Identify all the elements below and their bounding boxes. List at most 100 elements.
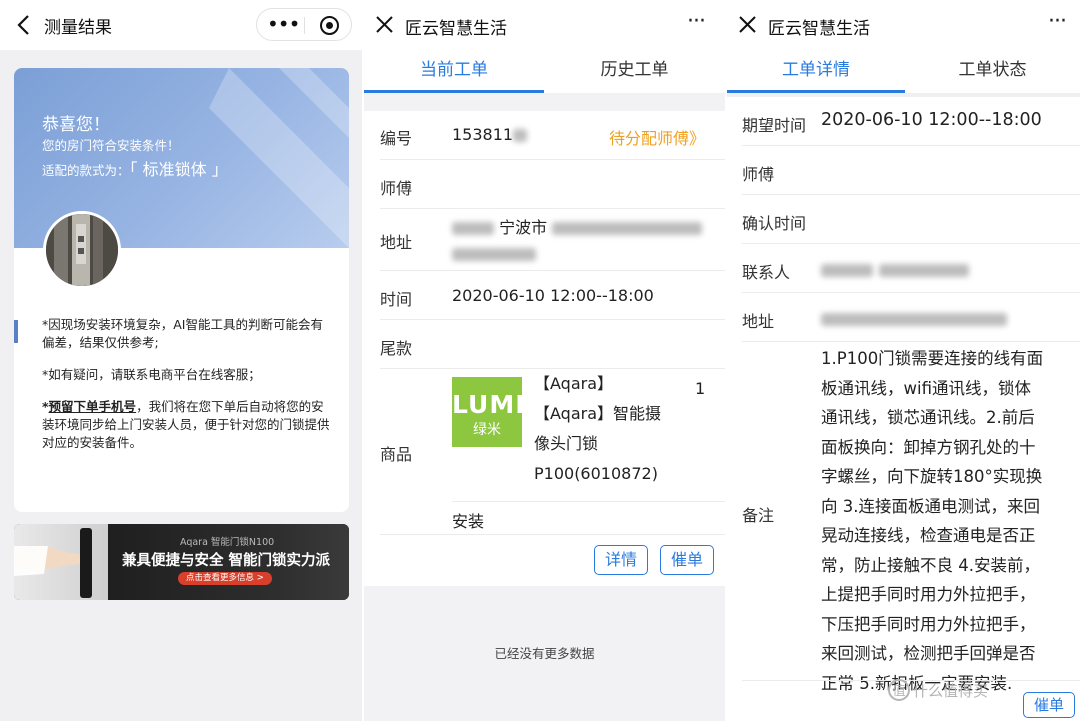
remark-line: 通讯线，锁芯通讯线。2.前后 bbox=[821, 408, 1035, 427]
fit-style-prefix: 适配的款式为： bbox=[42, 163, 130, 178]
urge-button[interactable]: 催单 bbox=[1023, 692, 1075, 718]
order-card: 编号 153811 待分配师傅》 师傅 地址 宁波市 时间 2020-06-10… bbox=[364, 111, 725, 586]
work-order-detail-screen: 匠云智慧生活 ··· 工单详情 工单状态 期望时间 2020-06-10 12:… bbox=[727, 0, 1080, 721]
expected-time-value: 2020-06-10 12:00--18:00 bbox=[821, 110, 1042, 130]
row-confirm-time: 确认时间 bbox=[727, 195, 1080, 244]
side-indicator bbox=[14, 320, 18, 343]
more-icon[interactable]: ··· bbox=[1043, 8, 1071, 38]
remark-line: 下压把手同时用力外拉把手， bbox=[821, 614, 1036, 634]
row-time: 时间 2020-06-10 12:00--18:00 bbox=[364, 271, 725, 320]
label-contact: 联系人 bbox=[742, 263, 791, 282]
product-line-4: P100(6010872) bbox=[534, 464, 658, 483]
tab-bar: 当前工单 历史工单 bbox=[364, 50, 725, 93]
address-value: 宁波市 bbox=[452, 215, 712, 267]
lumi-logo: LUMI bbox=[452, 390, 526, 419]
redacted-name bbox=[821, 263, 873, 277]
product-line-2: 【Aqara】智能摄 bbox=[534, 404, 662, 423]
page-title: 匠云智慧生活 bbox=[768, 19, 870, 39]
row-expected-time: 期望时间 2020-06-10 12:00--18:00 bbox=[727, 97, 1080, 146]
product-line-3: 像头门锁 bbox=[534, 434, 599, 453]
service-type: 安装 bbox=[452, 512, 485, 531]
tab-history-orders[interactable]: 历史工单 bbox=[544, 50, 725, 93]
address-city: 宁波市 bbox=[499, 218, 548, 237]
work-order-list-screen: 匠云智慧生活 ··· 当前工单 历史工单 编号 153811 待分配师傅》 师傅 bbox=[364, 0, 725, 721]
promo-banner[interactable]: Aqara 智能门锁N100 兼具便捷与安全 智能门锁实力派 点击查看更多信息 … bbox=[14, 524, 349, 600]
close-icon[interactable] bbox=[739, 16, 756, 33]
label-master: 师傅 bbox=[742, 165, 775, 184]
label-address: 地址 bbox=[742, 312, 775, 331]
tab-order-detail[interactable]: 工单详情 bbox=[727, 50, 905, 93]
back-arrow-icon[interactable] bbox=[14, 13, 34, 37]
time-value: 2020-06-10 12:00--18:00 bbox=[452, 286, 654, 305]
remark-line: 常，防止接触不良 4.安装前， bbox=[821, 555, 1040, 575]
fit-style-text: 适配的款式为：「 标准锁体 」 bbox=[42, 156, 228, 180]
screenshot-collage: 测量结果 ••• 恭喜您！ 您的房门符合安装条件！ 适配的款式为：「 标准锁体 … bbox=[0, 0, 1080, 721]
fit-style-value: 「 标准锁体 」 bbox=[129, 160, 228, 179]
row-divider bbox=[380, 534, 725, 535]
redacted-phone bbox=[878, 263, 969, 277]
row-divider bbox=[742, 341, 1080, 342]
reserve-phone-link[interactable]: 预留下单手机号 bbox=[49, 399, 137, 414]
label-goods: 商品 bbox=[380, 445, 413, 464]
row-address: 地址 bbox=[727, 293, 1080, 342]
nav-bar: 测量结果 ••• bbox=[0, 0, 362, 50]
svg-text:值: 值 bbox=[892, 683, 905, 699]
tab-current-orders[interactable]: 当前工单 bbox=[364, 50, 544, 93]
urge-button[interactable]: 催单 bbox=[660, 545, 714, 575]
lumi-logo-sub: 绿米 bbox=[473, 422, 501, 438]
remark-line: 板通讯线，wifi通讯线，锁体 bbox=[821, 378, 1031, 398]
label-remark: 备注 bbox=[742, 506, 775, 525]
label-address: 地址 bbox=[380, 233, 413, 252]
page-title: 匠云智慧生活 bbox=[405, 19, 507, 39]
label-balance: 尾款 bbox=[380, 339, 413, 358]
door-lock-photo-icon bbox=[46, 214, 118, 286]
label-number: 编号 bbox=[380, 129, 413, 148]
congrats-text: 恭喜您！ bbox=[42, 115, 110, 135]
close-target-icon[interactable] bbox=[319, 15, 340, 36]
remark-line: 来回测试，检测把手回弹是否 bbox=[821, 644, 1036, 663]
remark-line: 字螺丝，向下旋转180°实现换 bbox=[821, 467, 1043, 486]
row-balance: 尾款 bbox=[364, 320, 725, 369]
tab-bar: 工单详情 工单状态 bbox=[727, 50, 1080, 93]
redacted-address bbox=[552, 222, 703, 235]
product-name: 【Aqara】 【Aqara】智能摄 像头门锁 P100(6010872) bbox=[534, 369, 684, 489]
capsule-divider bbox=[304, 17, 305, 34]
active-tab-indicator bbox=[364, 90, 544, 93]
hand-on-lock-icon bbox=[14, 528, 92, 598]
label-time: 时间 bbox=[380, 290, 413, 309]
note-contact: *如有疑问，请联系电商平台在线客服； bbox=[42, 367, 261, 382]
label-confirm-time: 确认时间 bbox=[742, 214, 807, 233]
detail-button[interactable]: 详情 bbox=[594, 545, 648, 575]
remark-text: 1.P100门锁需要连接的线有面 板通讯线，wifi通讯线，锁体 通讯线，锁芯通… bbox=[821, 344, 1069, 698]
redacted-address-line2 bbox=[452, 248, 536, 261]
notes-block: *因现场安装环境复杂，AI智能工具的判断可能会有偏差，结果仅供参考; *如有疑问… bbox=[42, 316, 332, 466]
tab-order-status[interactable]: 工单状态 bbox=[905, 50, 1080, 93]
remark-line: 向 3.连接面板通电测试，来回 bbox=[821, 496, 1040, 516]
remark-line: 晃动连接线，检查通电是否正 bbox=[821, 526, 1036, 545]
more-dots-icon[interactable]: ••• bbox=[267, 14, 300, 36]
row-master: 师傅 bbox=[727, 146, 1080, 195]
banner-more-button[interactable]: 点击查看更多信息 > bbox=[178, 572, 272, 585]
watermark-text: 什么值得买 bbox=[913, 682, 989, 700]
order-status[interactable]: 待分配师傅》 bbox=[609, 125, 705, 149]
contact-value bbox=[821, 260, 969, 280]
banner-hand-image bbox=[14, 524, 108, 600]
close-icon[interactable] bbox=[376, 16, 393, 33]
row-address: 地址 宁波市 bbox=[364, 209, 725, 271]
measure-result-screen: 测量结果 ••• 恭喜您！ 您的房门符合安装条件！ 适配的款式为：「 标准锁体 … bbox=[0, 0, 362, 721]
remark-line: 1.P100门锁需要连接的线有面 bbox=[821, 349, 1044, 368]
more-icon[interactable]: ··· bbox=[682, 8, 710, 38]
remark-line: 面板换向：卸掉方钢孔处的十 bbox=[821, 437, 1036, 457]
redacted-province bbox=[452, 222, 494, 235]
product-line-1: 【Aqara】 bbox=[534, 374, 614, 393]
banner-slogan: 兼具便捷与安全 智能门锁实力派 bbox=[122, 553, 331, 569]
row-divider bbox=[742, 680, 1080, 681]
redacted-digits bbox=[513, 129, 528, 142]
row-contact: 联系人 bbox=[727, 244, 1080, 293]
door-photo bbox=[43, 211, 121, 289]
row-divider bbox=[452, 501, 725, 502]
row-goods: 商品 LUMI 绿米 【Aqara】 【Aqara】智能摄 像头门锁 P100(… bbox=[364, 369, 725, 535]
label-expected-time: 期望时间 bbox=[742, 116, 807, 135]
address-value bbox=[821, 309, 1007, 329]
product-quantity: 1 bbox=[695, 379, 706, 398]
